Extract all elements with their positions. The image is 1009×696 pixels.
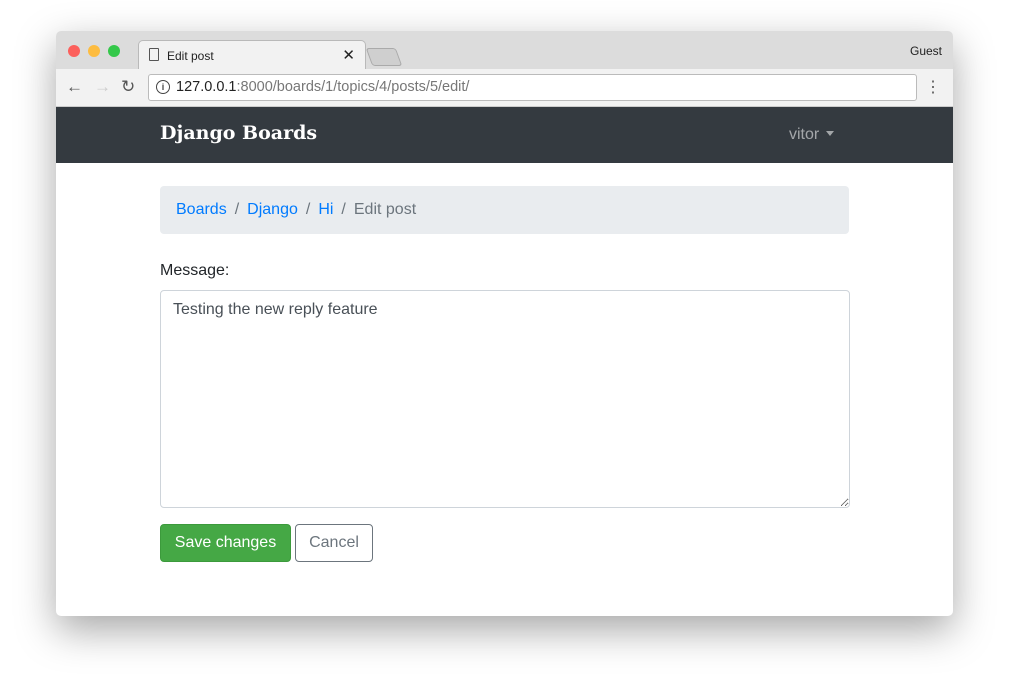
breadcrumb-separator: / [305,201,311,218]
browser-window: Edit post ✕ Guest ← → ↻ i 127.0.0.1:8000… [56,31,953,616]
message-label: Message: [160,262,230,279]
info-icon[interactable]: i [156,80,170,94]
back-icon[interactable]: ← [66,77,83,97]
browser-tab[interactable]: Edit post ✕ [138,40,366,70]
save-changes-button[interactable]: Save changes [160,524,291,562]
navbar: Django Boards vitor [56,107,953,163]
forward-icon[interactable]: → [94,77,111,97]
brand-link[interactable]: Django Boards [160,122,317,144]
breadcrumb-hi[interactable]: Hi [318,201,333,218]
breadcrumb-separator: / [234,201,240,218]
breadcrumb-current: Edit post [353,201,417,218]
user-dropdown[interactable]: vitor [789,126,834,144]
address-bar[interactable]: i 127.0.0.1:8000/boards/1/topics/4/posts… [148,74,917,101]
profile-label[interactable]: Guest [910,44,942,58]
new-tab-button[interactable] [365,48,403,66]
maximize-window-button[interactable] [108,45,120,57]
menu-icon[interactable]: ⋮ [925,77,941,97]
tab-title: Edit post [167,49,214,63]
document-icon [149,48,159,61]
breadcrumb-boards[interactable]: Boards [176,201,227,218]
message-textarea[interactable]: Testing the new reply feature [160,290,850,508]
minimize-window-button[interactable] [88,45,100,57]
cancel-button[interactable]: Cancel [295,524,373,562]
breadcrumb-django[interactable]: Django [247,201,298,218]
url-host: 127.0.0.1 [176,79,237,95]
browser-toolbar: ← → ↻ i 127.0.0.1:8000/boards/1/topics/4… [56,69,953,107]
reload-icon[interactable]: ↻ [121,77,135,97]
url-path: :8000/boards/1/topics/4/posts/5/edit/ [236,79,470,95]
close-window-button[interactable] [68,45,80,57]
close-tab-icon[interactable]: ✕ [342,46,355,64]
breadcrumb: Boards / Django / Hi / Edit post [160,186,849,234]
title-bar: Edit post ✕ Guest [56,31,953,70]
breadcrumb-separator: / [341,201,346,218]
